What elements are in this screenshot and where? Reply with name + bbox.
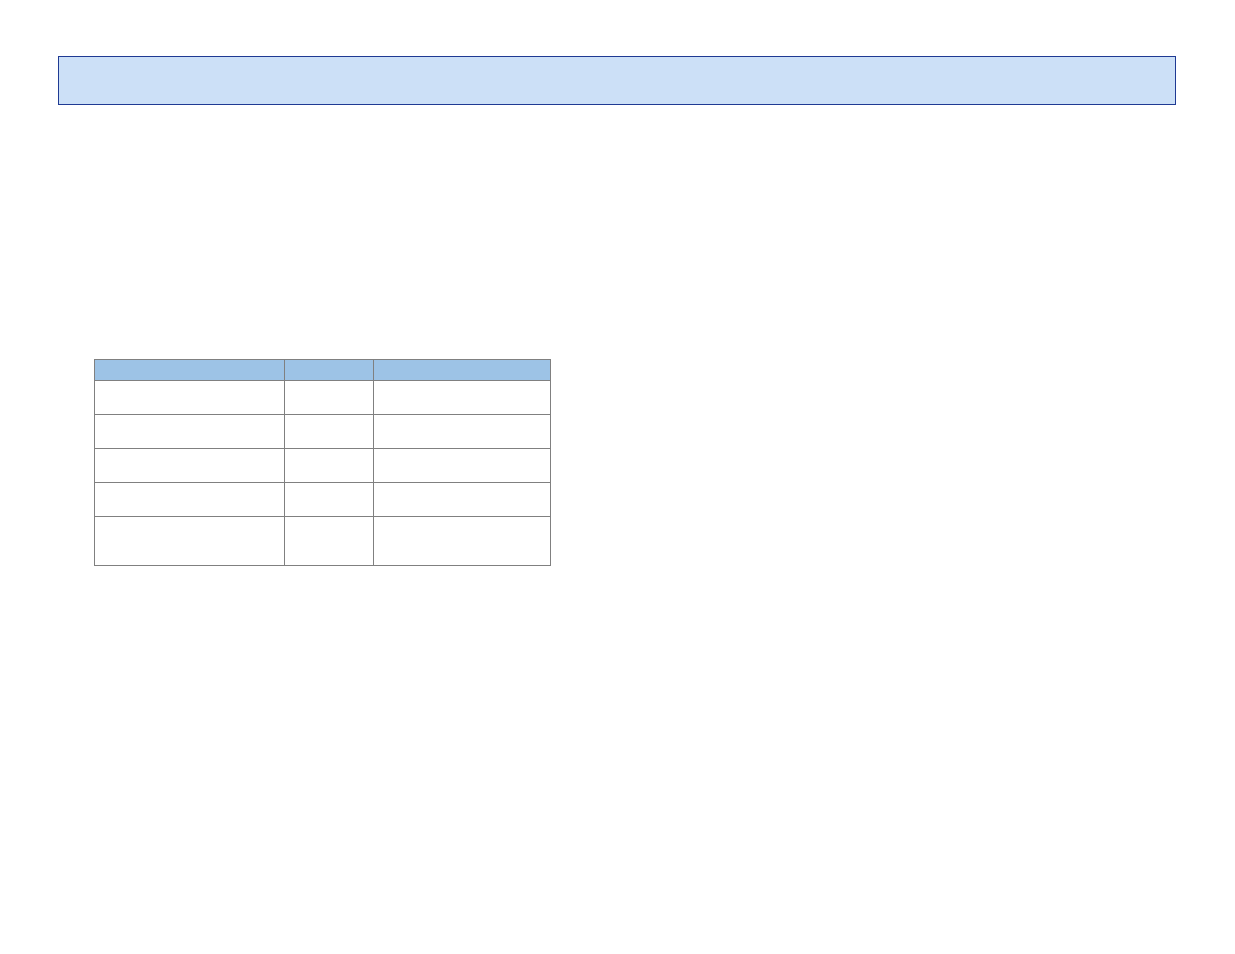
- table-row: [95, 449, 551, 483]
- table-cell: [285, 483, 374, 517]
- table-cell: [285, 517, 374, 566]
- table-cell: [374, 517, 551, 566]
- table-header-cell: [374, 360, 551, 381]
- table-row: [95, 381, 551, 415]
- table-row: [95, 517, 551, 566]
- table-cell: [285, 449, 374, 483]
- table-cell: [374, 415, 551, 449]
- table-cell: [95, 381, 285, 415]
- table-cell: [95, 517, 285, 566]
- table-row: [95, 415, 551, 449]
- table-cell: [285, 381, 374, 415]
- table-cell: [95, 449, 285, 483]
- table-header-cell: [285, 360, 374, 381]
- table-cell: [374, 381, 551, 415]
- table-cell: [374, 483, 551, 517]
- table-cell: [95, 415, 285, 449]
- table-cell: [374, 449, 551, 483]
- table-header-cell: [95, 360, 285, 381]
- table-cell: [95, 483, 285, 517]
- table-cell: [285, 415, 374, 449]
- table-row: [95, 483, 551, 517]
- data-table: [94, 359, 551, 566]
- table-header-row: [95, 360, 551, 381]
- header-box: [58, 56, 1176, 105]
